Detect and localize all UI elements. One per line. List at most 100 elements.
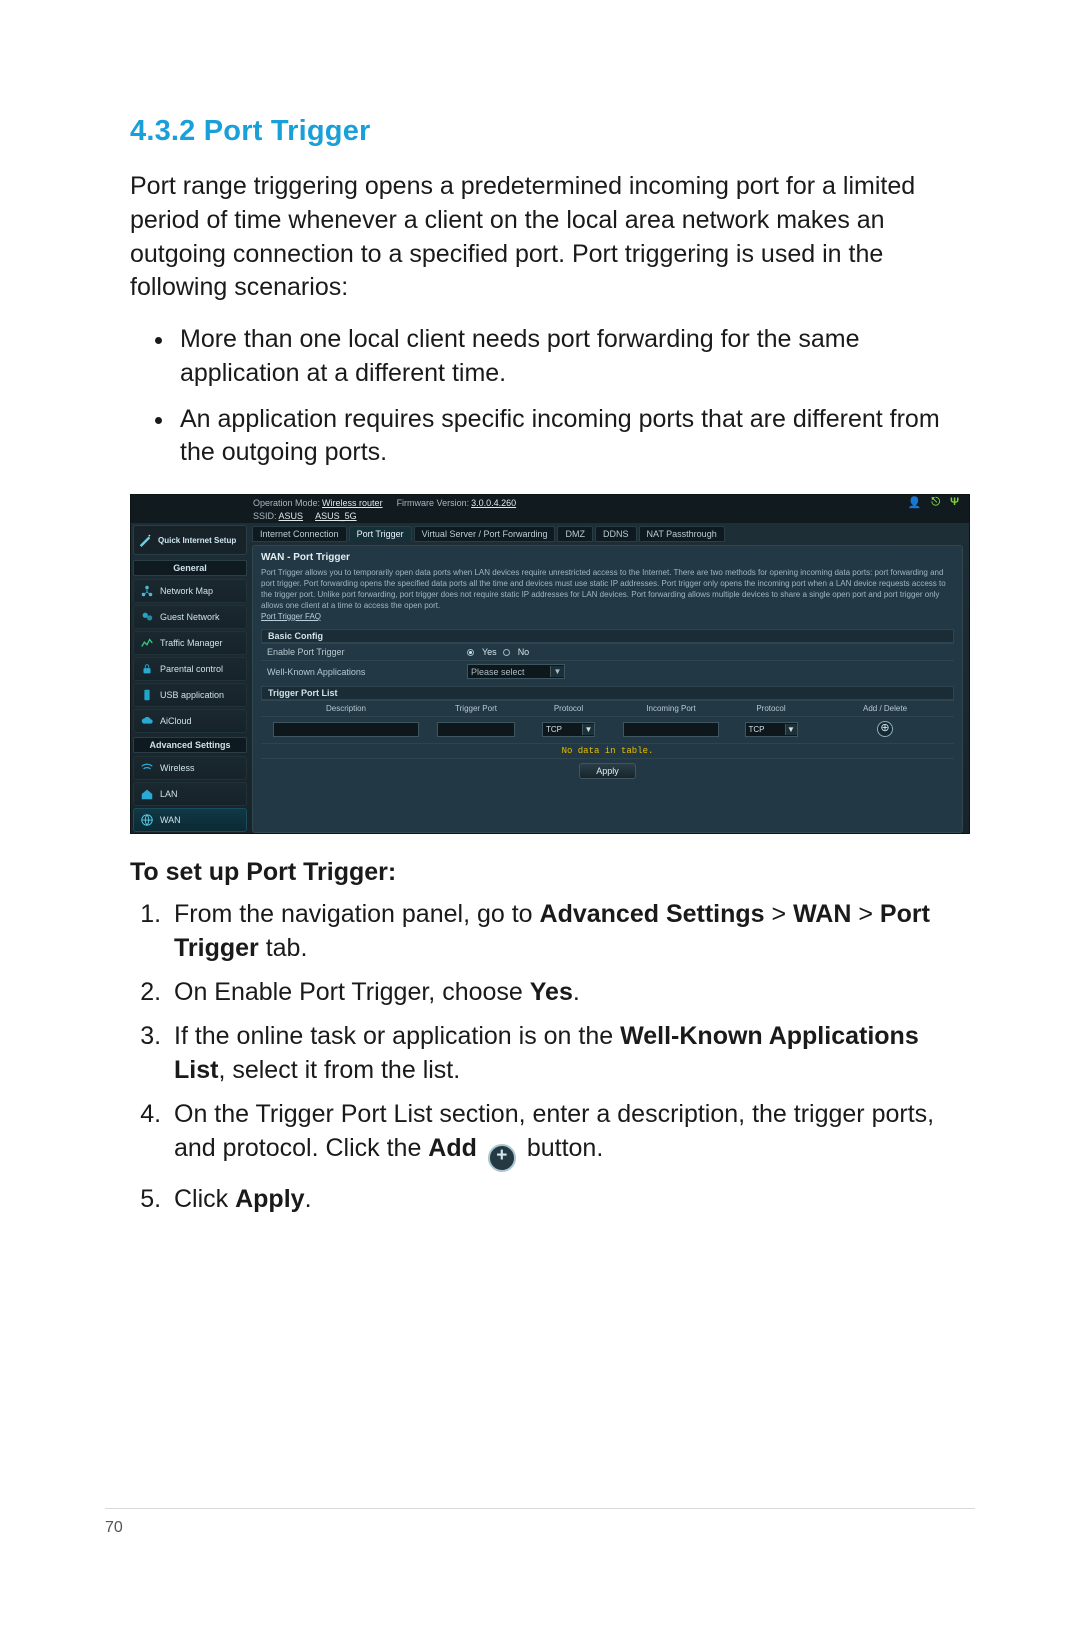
- col-trigger-port: Trigger Port: [431, 704, 521, 713]
- document-page: 4.3.2 Port Trigger Port range triggering…: [0, 0, 1080, 1627]
- add-row-button[interactable]: ⊕: [877, 721, 893, 737]
- panel-title: WAN - Port Trigger: [261, 552, 954, 563]
- scenario-item: An application requires specific incomin…: [176, 403, 975, 471]
- cloud-icon: [140, 714, 154, 728]
- chevron-down-icon: ▼: [582, 724, 594, 735]
- scenario-item: More than one local client needs port fo…: [176, 323, 975, 391]
- qis-label: Quick Internet Setup: [158, 536, 236, 545]
- sidebar-item-label: WAN: [160, 815, 181, 825]
- tab-dmz[interactable]: DMZ: [557, 526, 593, 542]
- usb-icon[interactable]: Ψ: [950, 496, 959, 509]
- add-icon: +: [488, 1144, 516, 1172]
- step-3-text-post: , select it from the list.: [218, 1056, 460, 1084]
- radio-no[interactable]: [503, 649, 510, 656]
- router-tabs: Internet Connection Port Trigger Virtual…: [252, 526, 963, 542]
- setup-heading: To set up Port Trigger:: [130, 858, 975, 887]
- wellknown-apps-row: Well-Known Applications Please select ▼: [261, 660, 954, 682]
- sidebar-item-wireless[interactable]: Wireless: [133, 756, 247, 780]
- section-heading: 4.3.2 Port Trigger: [130, 115, 975, 148]
- chevron-down-icon: ▼: [550, 666, 564, 677]
- step-3: If the online task or application is on …: [168, 1019, 975, 1087]
- radio-no-label: No: [518, 647, 530, 657]
- col-protocol: Protocol: [521, 704, 616, 713]
- sidebar-heading-advanced: Advanced Settings: [133, 737, 247, 753]
- setup-steps: From the navigation panel, go to Advance…: [130, 897, 975, 1216]
- sidebar-item-lan[interactable]: LAN: [133, 782, 247, 806]
- trigger-port-table-row: TCP ▼ TCP ▼ ⊕: [261, 716, 954, 743]
- guest-network-icon: [140, 610, 154, 624]
- step-3-text-pre: If the online task or application is on …: [174, 1022, 620, 1050]
- protocol-value: TCP: [546, 725, 562, 734]
- router-sidebar: Quick Internet Setup General Network Map…: [131, 523, 249, 833]
- protocol-2-value: TCP: [749, 725, 765, 734]
- tab-nat-passthrough[interactable]: NAT Passthrough: [639, 526, 725, 542]
- wellknown-apps-label: Well-Known Applications: [267, 667, 467, 677]
- sidebar-item-parental-control[interactable]: Parental control: [133, 657, 247, 681]
- tab-virtual-server[interactable]: Virtual Server / Port Forwarding: [414, 526, 556, 542]
- col-add-delete: Add / Delete: [816, 704, 954, 713]
- step-2: On Enable Port Trigger, choose Yes.: [168, 975, 975, 1009]
- sidebar-item-guest-network[interactable]: Guest Network: [133, 605, 247, 629]
- firmware-label: Firmware Version:: [397, 498, 470, 508]
- firmware-value[interactable]: 3.0.0.4.260: [471, 498, 516, 508]
- logout-icon[interactable]: ⎋: [931, 496, 940, 509]
- sidebar-item-label: Guest Network: [160, 612, 220, 622]
- home-icon: [140, 787, 154, 801]
- step-4-text-post: button.: [527, 1134, 603, 1162]
- ssid-value-5g[interactable]: ASUS_5G: [315, 511, 357, 521]
- sidebar-item-aicloud[interactable]: AiCloud: [133, 709, 247, 733]
- description-input[interactable]: [273, 722, 420, 737]
- lock-icon: [140, 662, 154, 676]
- wan-port-trigger-panel: WAN - Port Trigger Port Trigger allows y…: [252, 545, 963, 833]
- protocol-select[interactable]: TCP ▼: [542, 722, 595, 737]
- step-2-bold-yes: Yes: [530, 978, 573, 1006]
- trigger-port-input[interactable]: [437, 722, 516, 737]
- section-number: 4.3.2: [130, 115, 196, 147]
- trigger-port-list-heading: Trigger Port List: [261, 686, 954, 700]
- step-1: From the navigation panel, go to Advance…: [168, 897, 975, 965]
- sidebar-item-label: Wireless: [160, 763, 195, 773]
- quick-internet-setup[interactable]: Quick Internet Setup: [133, 525, 247, 555]
- protocol-2-select[interactable]: TCP ▼: [745, 722, 798, 737]
- wellknown-apps-select[interactable]: Please select ▼: [467, 664, 565, 679]
- trigger-port-table-header: Description Trigger Port Protocol Incomi…: [261, 700, 954, 716]
- ssid-value[interactable]: ASUS: [279, 511, 304, 521]
- topbar-status-icons: 👤 ⎋ Ψ: [908, 496, 959, 509]
- ssid-label: SSID:: [253, 511, 277, 521]
- sidebar-item-traffic-manager[interactable]: Traffic Manager: [133, 631, 247, 655]
- gt2: >: [851, 900, 880, 928]
- sidebar-heading-general: General: [133, 560, 247, 576]
- step-1-text-pre: From the navigation panel, go to: [174, 900, 540, 928]
- step-1-bold-wan: WAN: [793, 900, 851, 928]
- step-2-text-pre: On Enable Port Trigger, choose: [174, 978, 530, 1006]
- intro-paragraph: Port range triggering opens a predetermi…: [130, 170, 975, 305]
- step-5-text-pre: Click: [174, 1185, 235, 1213]
- step-1-text-post: tab.: [259, 934, 308, 962]
- opmode-value[interactable]: Wireless router: [322, 498, 383, 508]
- page-number: 70: [105, 1519, 123, 1537]
- router-content: Internet Connection Port Trigger Virtual…: [249, 523, 969, 833]
- sidebar-item-wan[interactable]: WAN: [133, 808, 247, 832]
- apply-button[interactable]: Apply: [579, 763, 636, 779]
- section-title-text: Port Trigger: [204, 115, 371, 147]
- sidebar-item-label: Parental control: [160, 664, 223, 674]
- user-icon[interactable]: 👤: [908, 496, 922, 509]
- network-map-icon: [140, 584, 154, 598]
- tab-internet-connection[interactable]: Internet Connection: [252, 526, 347, 542]
- step-2-text-post: .: [573, 978, 580, 1006]
- sidebar-item-network-map[interactable]: Network Map: [133, 579, 247, 603]
- step-5: Click Apply.: [168, 1182, 975, 1216]
- sidebar-item-label: Traffic Manager: [160, 638, 223, 648]
- incoming-port-input[interactable]: [623, 722, 719, 737]
- radio-yes[interactable]: [467, 649, 474, 656]
- wellknown-apps-placeholder: Please select: [471, 667, 525, 677]
- port-trigger-faq-link[interactable]: Port Trigger FAQ: [261, 612, 954, 621]
- tab-ddns[interactable]: DDNS: [595, 526, 637, 542]
- tab-port-trigger[interactable]: Port Trigger: [349, 526, 412, 542]
- step-5-bold-apply: Apply: [235, 1185, 304, 1213]
- opmode-label: Operation Mode:: [253, 498, 320, 508]
- scenario-list: More than one local client needs port fo…: [130, 323, 975, 470]
- basic-config-heading: Basic Config: [261, 629, 954, 643]
- sidebar-item-usb-application[interactable]: USB application: [133, 683, 247, 707]
- router-ssidline: SSID: ASUS ASUS_5G: [131, 510, 969, 523]
